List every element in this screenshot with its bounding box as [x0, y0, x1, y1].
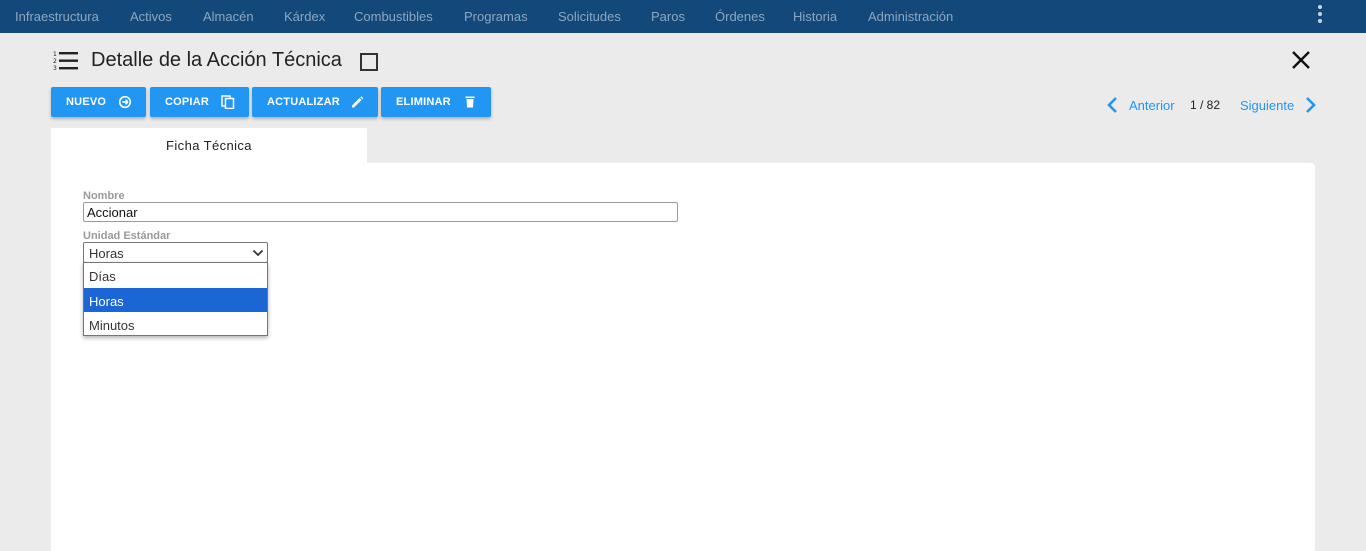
nav-item-ordenes[interactable]: Órdenes [715, 9, 765, 24]
more-vertical-icon[interactable] [1312, 4, 1328, 24]
unidad-estandar-label: Unidad Estándar [83, 230, 171, 242]
chevron-right-icon[interactable] [1303, 96, 1317, 114]
list-numbered-icon: 1 2 3 [53, 51, 78, 72]
unidad-estandar-value: Horas [89, 246, 124, 261]
unidad-estandar-dropdown: Días Horas Minutos [83, 262, 268, 336]
add-circle-icon [118, 95, 132, 109]
unidad-estandar-select[interactable]: Horas [83, 242, 268, 263]
pager-prev-link[interactable]: Anterior [1129, 98, 1175, 113]
option-horas[interactable]: Horas [84, 288, 267, 312]
nav-item-combustibles[interactable]: Combustibles [354, 9, 433, 24]
chevron-left-icon[interactable] [1106, 96, 1120, 114]
trash-icon [465, 96, 475, 108]
svg-text:3: 3 [53, 65, 57, 72]
nav-item-almacen[interactable]: Almacén [203, 9, 254, 24]
pager-count: 1 / 82 [1190, 98, 1221, 112]
close-icon[interactable] [1289, 48, 1313, 72]
svg-text:1: 1 [53, 51, 57, 58]
title-checkbox[interactable] [360, 53, 378, 71]
page-title: Detalle de la Acción Técnica [91, 49, 342, 71]
eliminar-button-label: ELIMINAR [396, 96, 451, 108]
tab-ficha-tecnica[interactable]: Ficha Técnica [51, 128, 367, 164]
tab-label: Ficha Técnica [166, 138, 252, 153]
copiar-button-label: COPIAR [165, 96, 209, 108]
nav-item-programas[interactable]: Programas [464, 9, 528, 24]
svg-text:2: 2 [53, 58, 57, 65]
nav-item-kardex[interactable]: Kárdex [284, 9, 325, 24]
nav-item-paros[interactable]: Paros [651, 9, 685, 24]
copy-icon [221, 95, 235, 109]
nuevo-button-label: NUEVO [66, 96, 107, 108]
actualizar-button-label: ACTUALIZAR [267, 96, 340, 108]
nav-item-infraestructura[interactable]: Infraestructura [15, 9, 99, 24]
option-minutos[interactable]: Minutos [84, 312, 267, 336]
nombre-input[interactable] [83, 202, 678, 222]
edit-pencil-icon [352, 96, 364, 108]
pager-next-link[interactable]: Siguiente [1240, 98, 1294, 113]
option-dias[interactable]: Días [84, 263, 267, 287]
copiar-button[interactable]: COPIAR [150, 87, 249, 117]
nav-item-administracion[interactable]: Administración [868, 9, 953, 24]
actualizar-button[interactable]: ACTUALIZAR [252, 87, 378, 117]
top-nav-bar: Infraestructura Activos Almacén Kárdex C… [0, 0, 1366, 33]
nav-item-historia[interactable]: Historia [793, 9, 837, 24]
nombre-label: Nombre [83, 190, 125, 202]
nav-item-activos[interactable]: Activos [130, 9, 172, 24]
nav-item-solicitudes[interactable]: Solicitudes [558, 9, 621, 24]
chevron-down-icon [252, 249, 264, 257]
nuevo-button[interactable]: NUEVO [51, 87, 146, 117]
eliminar-button[interactable]: ELIMINAR [381, 87, 491, 117]
